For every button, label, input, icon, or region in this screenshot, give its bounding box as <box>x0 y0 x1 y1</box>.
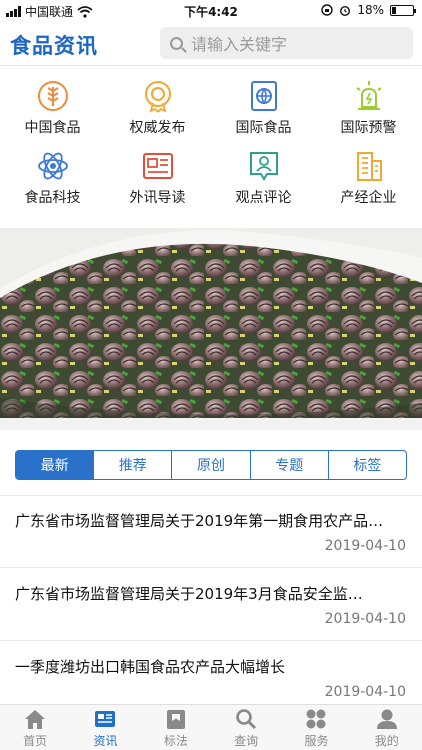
nav-label: 首页 <box>23 734 48 748</box>
list-item[interactable]: 广东省市场监督管理局关于2019年第一期食用农产品… 2019-04-10 <box>0 496 422 568</box>
search-input[interactable]: 请输入关键字 <box>160 27 413 59</box>
alarm-icon <box>355 81 382 110</box>
nav-label: 我的 <box>374 734 399 748</box>
bottom-nav: 首页 资讯 标法 查询 服务 我的 <box>0 704 422 750</box>
nav-label: 服务 <box>304 734 329 748</box>
category-label: 中国食品 <box>24 120 81 136</box>
news-icon <box>95 711 116 727</box>
search-icon <box>236 709 257 730</box>
profile-icon <box>376 709 397 729</box>
tab-recommended[interactable]: 推荐 <box>94 451 173 479</box>
news-tabs: 最新 推荐 原创 专题 标签 <box>15 450 407 480</box>
nav-standards[interactable]: 标法 <box>141 705 211 750</box>
globe-doc-icon <box>250 81 277 111</box>
news-title: 广东省市场监督管理局关于2019年3月食品安全监… <box>15 585 363 603</box>
nav-news[interactable]: 资讯 <box>70 705 140 750</box>
header: 食品资讯 请输入关键字 <box>0 22 422 66</box>
tab-latest[interactable]: 最新 <box>16 451 95 479</box>
alarm-clock-icon <box>340 6 351 16</box>
home-icon <box>25 710 46 729</box>
search-icon <box>170 36 183 50</box>
battery-fill <box>392 6 396 14</box>
category-china-food[interactable]: 中国食品 <box>0 79 105 137</box>
search-placeholder: 请输入关键字 <box>191 35 288 54</box>
category-label: 外讯导读 <box>129 190 186 206</box>
news-date: 2019-04-10 <box>324 611 406 627</box>
category-label: 国际食品 <box>235 120 292 136</box>
service-icon <box>306 709 326 729</box>
nav-query[interactable]: 查询 <box>211 705 281 750</box>
news-board-icon <box>142 153 173 179</box>
battery-icon <box>390 4 416 16</box>
tab-tags[interactable]: 标签 <box>329 451 406 479</box>
news-title: 一季度潍坊出口韩国食品农产品大幅增长 <box>15 658 286 676</box>
news-date: 2019-04-10 <box>324 684 406 700</box>
category-label: 权威发布 <box>129 120 186 136</box>
medal-icon <box>144 81 171 113</box>
category-international-food[interactable]: 国际食品 <box>211 79 316 137</box>
category-food-tech[interactable]: 食品科技 <box>0 149 105 207</box>
nav-services[interactable]: 服务 <box>281 705 351 750</box>
wheat-icon <box>37 81 68 111</box>
tab-original[interactable]: 原创 <box>172 451 251 479</box>
section-gap <box>0 418 422 430</box>
category-label: 产经企业 <box>340 190 397 206</box>
app-logo[interactable]: 食品资讯 <box>10 30 98 60</box>
nav-label: 资讯 <box>93 734 118 748</box>
banner-photo <box>0 228 422 418</box>
list-item[interactable]: 广东省市场监督管理局关于2019年3月食品安全监… 2019-04-10 <box>0 569 422 641</box>
category-opinion[interactable]: 观点评论 <box>211 149 316 207</box>
category-foreign-news[interactable]: 外讯导读 <box>105 149 210 207</box>
news-title: 广东省市场监督管理局关于2019年第一期食用农产品… <box>15 512 384 530</box>
category-international-warning[interactable]: 国际预警 <box>316 79 421 137</box>
category-official-release[interactable]: 权威发布 <box>105 79 210 137</box>
status-right: 18% <box>321 3 416 17</box>
news-date: 2019-04-10 <box>324 538 406 554</box>
tab-topics[interactable]: 专题 <box>251 451 329 479</box>
category-grid: 中国食品 权威发布 国际食品 国际预警 食品科技 外讯导读 观点评论 产经企业 <box>0 72 422 222</box>
battery-percent: 18% <box>357 3 384 17</box>
category-label: 食品科技 <box>24 190 81 206</box>
user-comment-icon <box>249 152 278 181</box>
atom-icon <box>37 152 68 180</box>
category-label: 观点评论 <box>235 190 292 206</box>
nav-profile[interactable]: 我的 <box>352 705 422 750</box>
status-bar: 中国联通 下午4:42 18% <box>0 0 422 22</box>
nav-home[interactable]: 首页 <box>0 705 70 750</box>
category-label: 国际预警 <box>340 120 397 136</box>
nav-label: 标法 <box>163 734 188 748</box>
orientation-lock-icon <box>321 4 334 16</box>
nav-label: 查询 <box>234 734 259 748</box>
category-industry[interactable]: 产经企业 <box>316 149 421 207</box>
standard-icon <box>166 710 185 729</box>
building-icon <box>356 152 382 181</box>
banner-image[interactable] <box>0 228 422 418</box>
